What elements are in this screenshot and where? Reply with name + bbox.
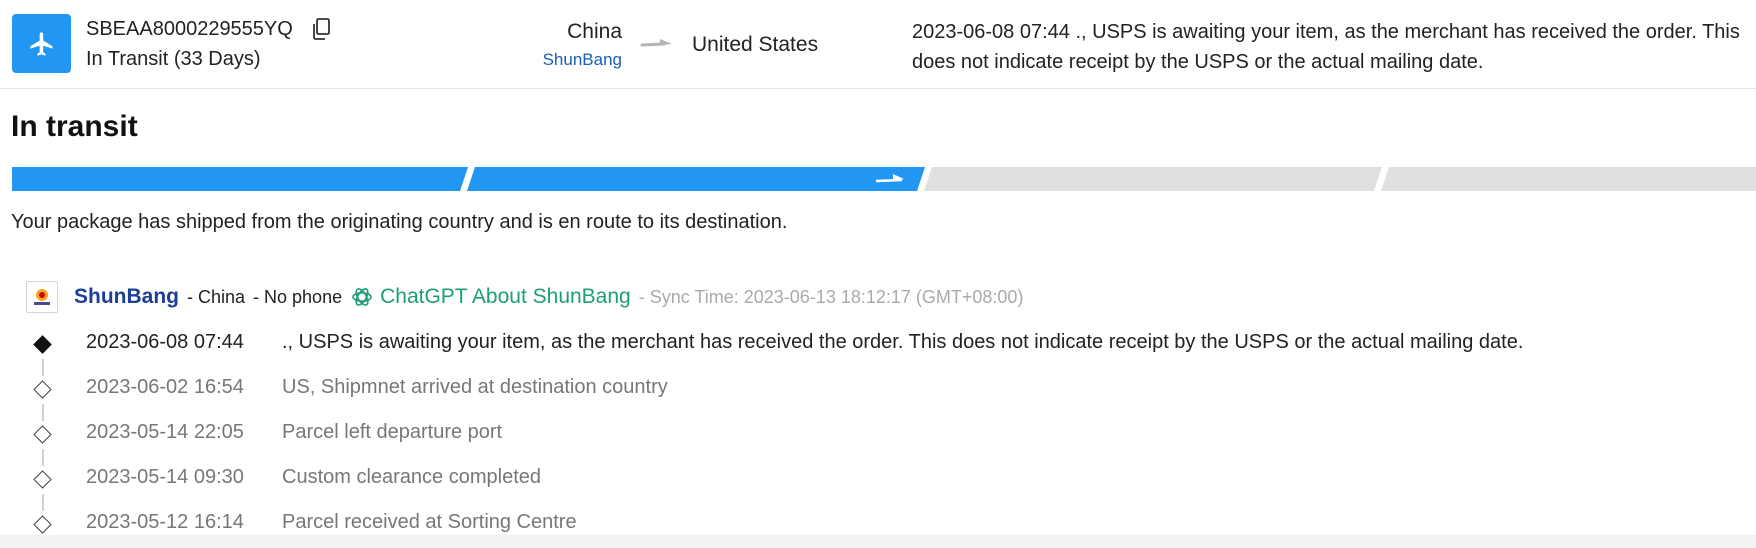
progress-step-4 xyxy=(1381,167,1756,191)
carrier-phone: - No phone xyxy=(253,286,343,307)
event-time: 2023-06-02 16:54 xyxy=(86,376,244,398)
arrow-right-icon xyxy=(640,39,672,47)
hollow-diamond-icon xyxy=(33,425,52,444)
chatgpt-link-label: ChatGPT About ShunBang xyxy=(380,285,631,308)
event-message: US, Shipmnet arrived at destination coun… xyxy=(282,376,668,398)
timeline-event: 2023-06-08 07:44 ., USPS is awaiting you… xyxy=(30,331,1750,376)
carrier-link[interactable]: ShunBang xyxy=(543,50,622,70)
timeline-event: 2023-06-02 16:54 US, Shipmnet arrived at… xyxy=(30,376,1750,421)
transit-status: In Transit (33 Days) xyxy=(86,48,261,70)
progress-bar xyxy=(0,167,1756,191)
event-time: 2023-05-14 09:30 xyxy=(86,466,244,488)
page-bottom-strip xyxy=(0,535,1756,548)
copy-icon[interactable] xyxy=(311,18,331,40)
timeline-connector xyxy=(42,359,44,376)
destination-country: United States xyxy=(692,33,819,56)
page-title: In transit xyxy=(11,110,138,143)
progress-step-1 xyxy=(12,167,468,191)
event-time: 2023-06-08 07:44 xyxy=(86,331,244,353)
event-time: 2023-05-14 22:05 xyxy=(86,421,244,443)
status-tile xyxy=(12,14,71,73)
hollow-diamond-icon xyxy=(33,380,52,399)
origin-country: China xyxy=(567,20,622,43)
carrier-logo xyxy=(26,281,58,313)
carrier-info: ShunBang - China - No phone ChatGPT Abou… xyxy=(26,280,1023,314)
timeline-connector xyxy=(42,494,44,511)
airplane-icon xyxy=(29,31,52,56)
hollow-diamond-icon xyxy=(33,470,52,489)
event-message: Parcel received at Sorting Centre xyxy=(282,511,577,533)
hollow-diamond-icon xyxy=(33,515,52,534)
filled-diamond-icon xyxy=(33,335,52,354)
timeline-connector xyxy=(42,449,44,466)
progress-step-2 xyxy=(467,167,925,191)
event-message: ., USPS is awaiting your item, as the me… xyxy=(282,331,1524,353)
event-timeline: 2023-06-08 07:44 ., USPS is awaiting you… xyxy=(30,331,1750,548)
timeline-event: 2023-05-14 09:30 Custom clearance comple… xyxy=(30,466,1750,511)
event-message: Parcel left departure port xyxy=(282,421,503,443)
latest-event: 2023-06-08 07:44 ., USPS is awaiting you… xyxy=(912,21,1740,73)
status-description: Your package has shipped from the origin… xyxy=(11,211,788,233)
openai-icon xyxy=(352,288,372,306)
event-time: 2023-05-12 16:14 xyxy=(86,511,244,533)
carrier-name[interactable]: ShunBang xyxy=(74,285,179,309)
timeline-event: 2023-05-14 22:05 Parcel left departure p… xyxy=(30,421,1750,466)
event-message: Custom clearance completed xyxy=(282,466,542,488)
progress-step-3 xyxy=(924,167,1382,191)
timeline-connector xyxy=(42,404,44,421)
sync-time: - Sync Time: 2023-06-13 18:12:17 (GMT+08… xyxy=(638,286,1024,307)
carrier-country: - China xyxy=(187,286,246,307)
tracking-number: SBEAA8000229555YQ xyxy=(86,18,293,40)
chatgpt-link[interactable]: ChatGPT About ShunBang xyxy=(350,285,631,309)
shipment-header: SBEAA8000229555YQ In Transit (33 Days) C… xyxy=(0,0,1756,89)
